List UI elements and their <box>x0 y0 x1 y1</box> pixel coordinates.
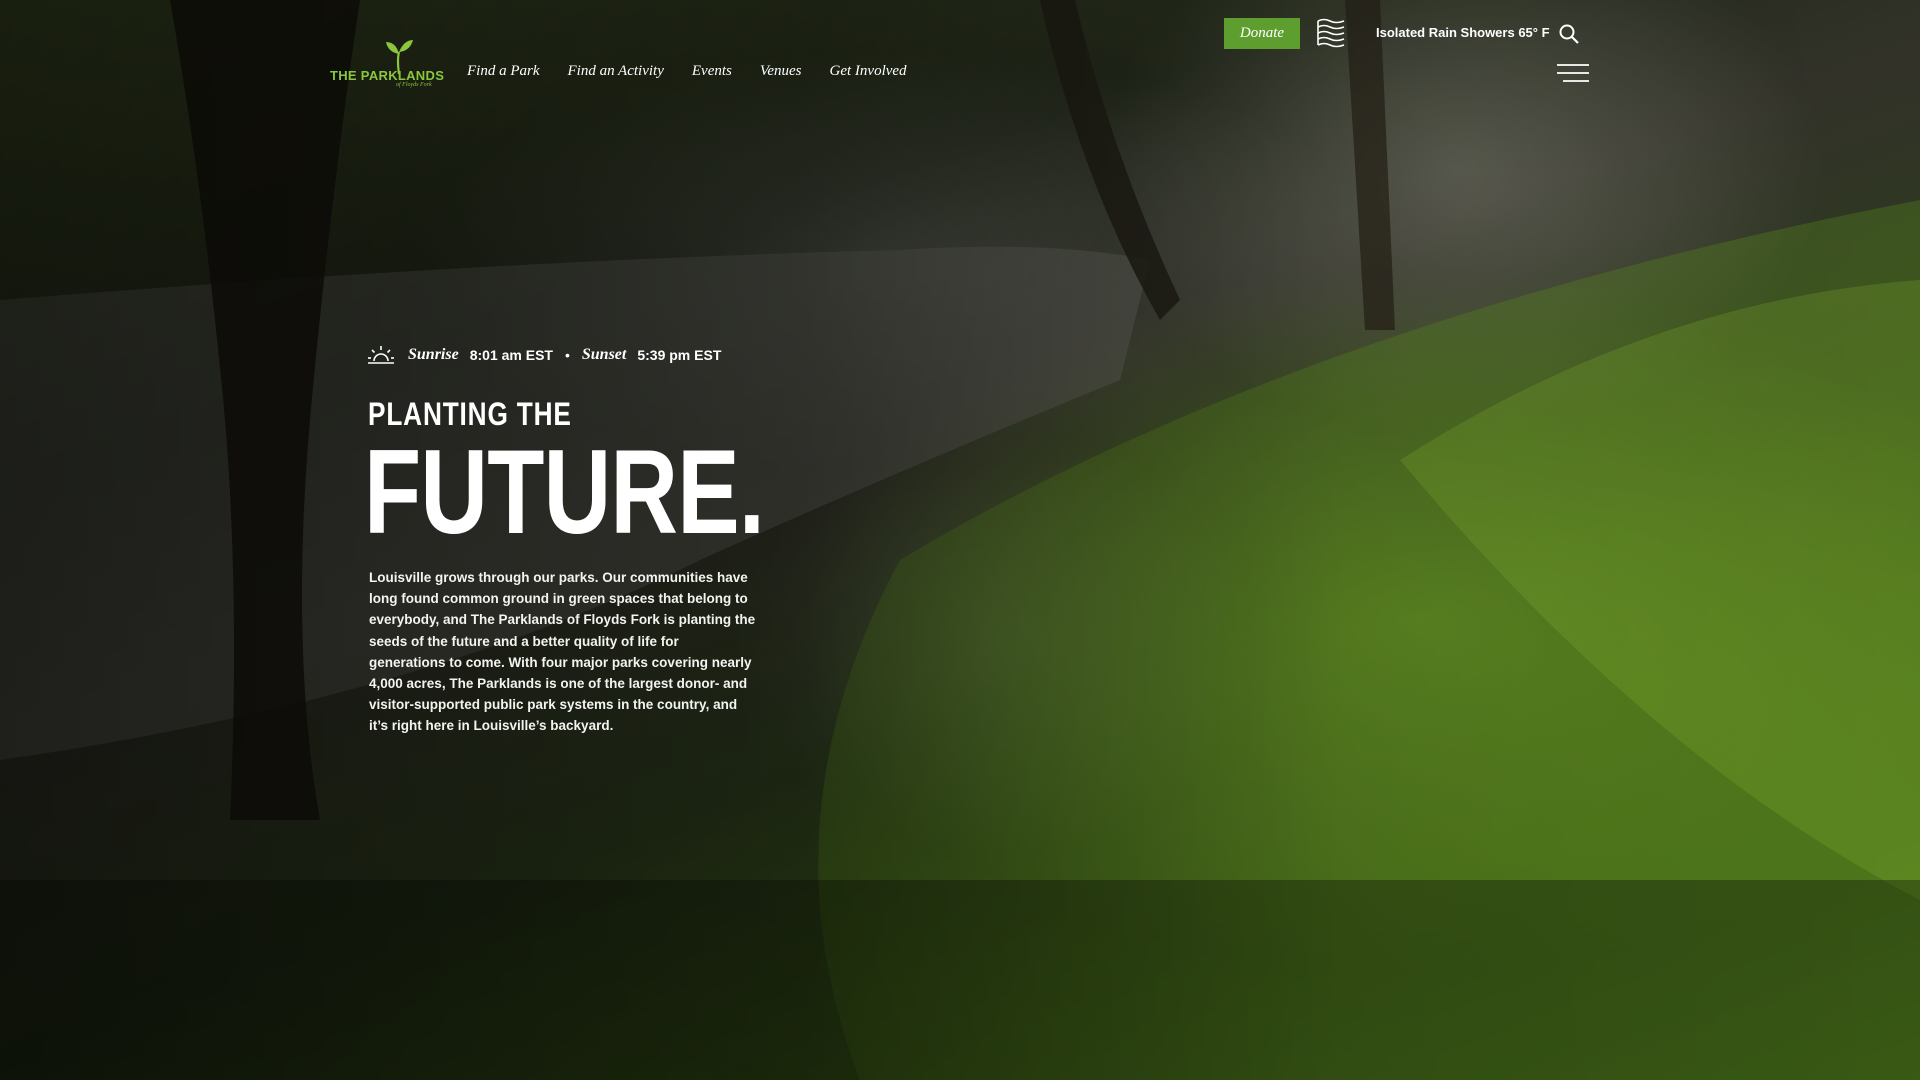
main-nav: Find a Park Find an Activity Events Venu… <box>467 63 935 80</box>
nav-find-an-activity[interactable]: Find an Activity <box>568 63 664 80</box>
nav-events[interactable]: Events <box>692 63 732 80</box>
search-icon[interactable] <box>1559 24 1579 44</box>
nav-get-involved[interactable]: Get Involved <box>830 63 907 80</box>
hero-title: FUTURE. <box>364 425 765 559</box>
donate-button[interactable]: Donate <box>1224 18 1300 49</box>
logo-wordmark: THE PARKLANDS <box>330 68 445 83</box>
nav-find-a-park[interactable]: Find a Park <box>467 63 540 80</box>
sunset-time: 5:39 pm EST <box>637 347 722 363</box>
sunrise-icon <box>368 346 394 364</box>
hero-overlay <box>0 0 1920 1080</box>
weather-status: Isolated Rain Showers 65° F <box>1376 25 1550 40</box>
sunrise-label: Sunrise <box>408 346 459 363</box>
hero-description: Louisville grows through our parks. Our … <box>369 570 756 734</box>
logo-subtitle: of Floyds Fork <box>396 82 432 88</box>
nav-venues[interactable]: Venues <box>760 63 802 80</box>
sun-separator: • <box>564 347 570 363</box>
sunrise-time: 8:01 am EST <box>469 347 553 363</box>
sunset-label: Sunset <box>581 346 627 363</box>
flag-icon[interactable] <box>1316 18 1346 48</box>
parklands-logo[interactable]: THE PARKLANDS of Floyds Fork <box>330 38 445 90</box>
sunrise-sunset-row: Sunrise 8:01 am EST • Sunset 5:39 pm EST <box>368 344 721 366</box>
hamburger-menu-icon[interactable] <box>1557 63 1589 85</box>
